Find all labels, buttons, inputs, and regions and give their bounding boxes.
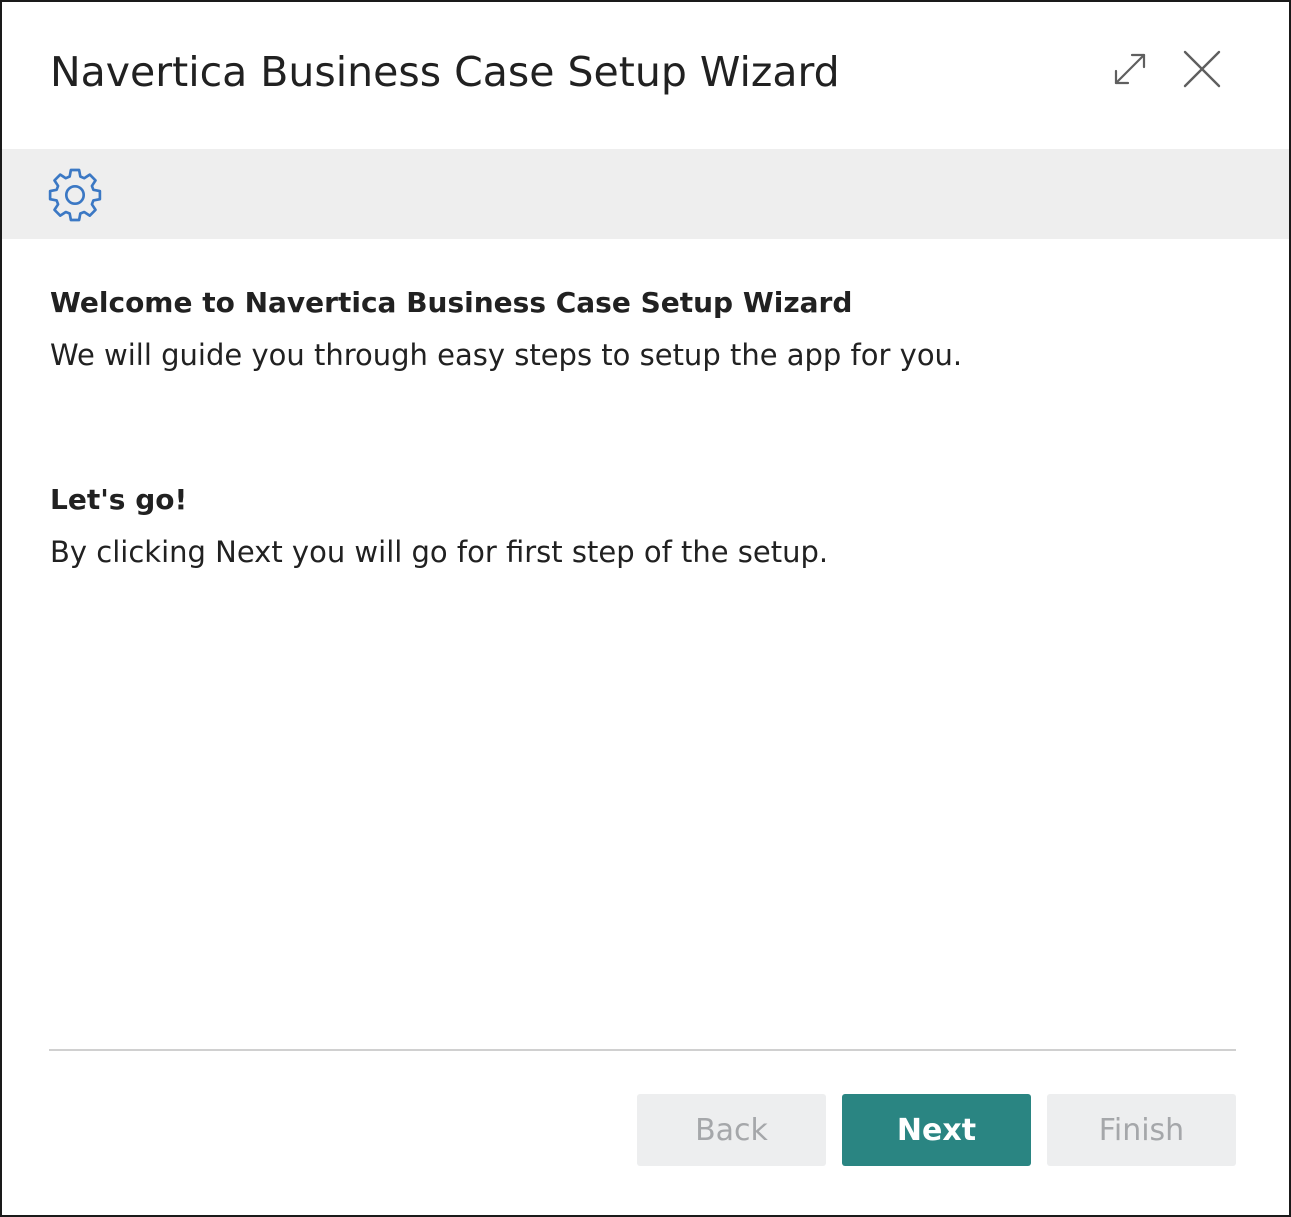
dialog-title: Navertica Business Case Setup Wizard [50, 48, 840, 96]
wizard-content: Welcome to Navertica Business Case Setup… [50, 282, 1241, 573]
welcome-heading: Welcome to Navertica Business Case Setup… [50, 286, 853, 319]
lets-go-text: By clicking Next you will go for first s… [50, 535, 829, 569]
welcome-text: We will guide you through easy steps to … [50, 338, 963, 372]
wizard-footer: Back Next Finish [637, 1094, 1236, 1166]
expand-icon [1114, 53, 1146, 85]
gear-icon [48, 168, 102, 222]
setup-wizard-dialog: Navertica Business Case Setup Wizard Wel… [0, 0, 1291, 1217]
lets-go-section: Let's go! By clicking Next you will go f… [50, 479, 1241, 573]
close-icon [1183, 50, 1221, 88]
expand-button[interactable] [1109, 48, 1151, 90]
close-button[interactable] [1181, 48, 1223, 90]
next-button[interactable]: Next [842, 1094, 1031, 1166]
lets-go-heading: Let's go! [50, 483, 188, 516]
welcome-section: Welcome to Navertica Business Case Setup… [50, 282, 1241, 376]
back-button[interactable]: Back [637, 1094, 826, 1166]
footer-divider [49, 1049, 1236, 1051]
wizard-banner [2, 149, 1289, 239]
finish-button[interactable]: Finish [1047, 1094, 1236, 1166]
dialog-header-actions [1109, 48, 1223, 90]
